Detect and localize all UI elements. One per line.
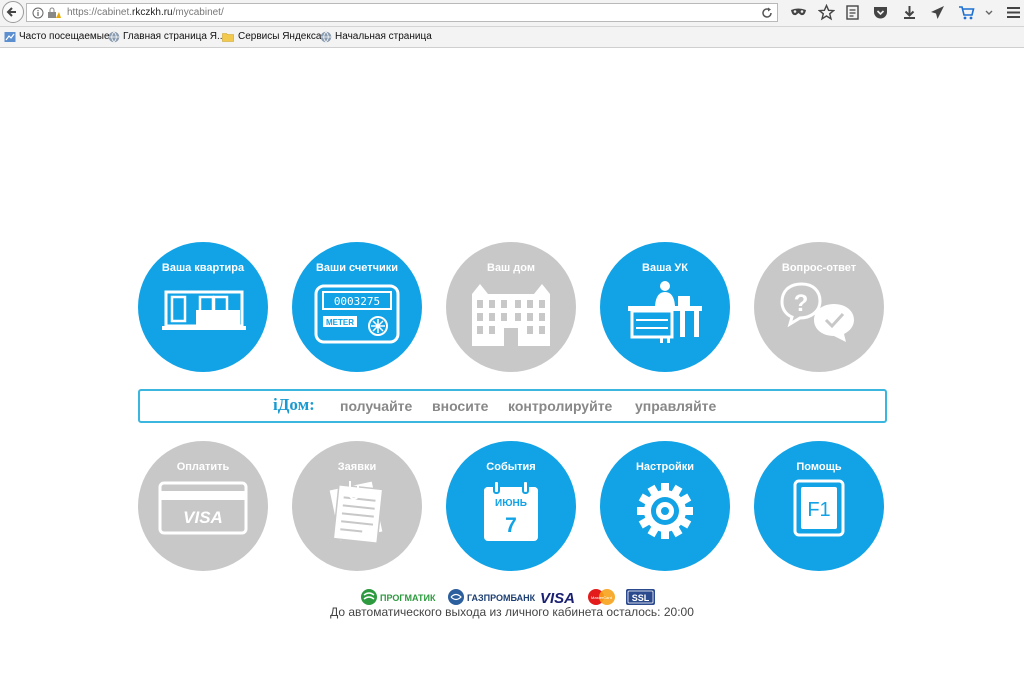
- bookmark-yandex-home[interactable]: Главная страница Я...: [123, 31, 225, 42]
- tile-label: Помощь: [796, 461, 842, 473]
- ssl-text: SSL: [632, 593, 650, 603]
- tile-help[interactable]: Помощь F1: [754, 441, 884, 571]
- calendar-day: 7: [505, 514, 517, 537]
- slogan-word: управляйте: [635, 398, 717, 414]
- meter-digits: 0003275: [334, 295, 380, 308]
- tile-events[interactable]: События ИЮНЬ 7: [446, 441, 576, 571]
- download-icon[interactable]: [901, 4, 918, 21]
- card-visa-icon: VISA: [158, 481, 248, 535]
- tile-label: Ваша квартира: [161, 262, 245, 274]
- meter-brand: METER: [326, 318, 354, 327]
- f1-key-text: F1: [807, 499, 830, 521]
- slogan-banner: iДом: получайте вносите контролируйте уп…: [138, 389, 887, 423]
- meter-icon: 0003275 METER: [314, 284, 400, 344]
- tile-management-company[interactable]: Ваша УК: [600, 242, 730, 372]
- tile-label: Ваши счетчики: [315, 262, 399, 274]
- tile-label: Оплатить: [176, 461, 230, 473]
- globe-icon: [320, 31, 332, 43]
- building-icon: [472, 284, 550, 346]
- tile-house[interactable]: Ваш дом: [446, 242, 576, 372]
- bookmarks-bar: Часто посещаемые Главная страница Я... С…: [0, 27, 1024, 48]
- question-answer-icon: ?: [780, 282, 854, 342]
- slogan-word: получайте: [340, 398, 413, 414]
- apartment-window-icon: [162, 290, 246, 330]
- tile-settings[interactable]: Настройки: [600, 441, 730, 571]
- tile-label: Ваш дом: [487, 262, 535, 274]
- progmatic-logo: ПРОГМАТИК: [361, 589, 436, 605]
- url-text[interactable]: https://cabinet.rkczkh.ru/mycabinet/: [67, 7, 224, 18]
- bookmark-star-icon[interactable]: [818, 4, 835, 21]
- info-icon[interactable]: [32, 7, 44, 19]
- tile-label: Вопрос-ответ: [781, 262, 857, 274]
- gear-icon: [637, 483, 693, 539]
- cart-icon[interactable]: [958, 4, 975, 21]
- office-desk-icon: [628, 281, 702, 343]
- brand-idom: iДом:: [273, 395, 315, 414]
- session-timeout-text: До автоматического выхода из личного каб…: [330, 605, 694, 619]
- browser-toolbar: https://cabinet.rkczkh.ru/mycabinet/: [0, 0, 1024, 27]
- bookmark-yandex-services[interactable]: Сервисы Яндекса: [238, 31, 321, 42]
- back-button[interactable]: [2, 1, 24, 23]
- address-bar[interactable]: https://cabinet.rkczkh.ru/mycabinet/: [26, 3, 778, 22]
- progmatic-text: ПРОГМАТИК: [380, 593, 436, 603]
- tile-pay[interactable]: Оплатить VISA: [138, 441, 268, 571]
- ssl-badge: SSL: [626, 589, 655, 605]
- menu-icon[interactable]: [1005, 4, 1022, 21]
- globe-icon: [108, 31, 120, 43]
- tile-requests[interactable]: Заявки: [292, 441, 422, 571]
- reload-icon[interactable]: [761, 7, 773, 19]
- slogan-word: вносите: [432, 398, 489, 414]
- tile-meters[interactable]: Ваши счетчики 0003275 METER: [292, 242, 422, 372]
- calendar-month: ИЮНЬ: [495, 498, 527, 509]
- gazprombank-text: ГАЗПРОМБАНК: [467, 593, 536, 603]
- chevron-down-icon[interactable]: [983, 4, 995, 21]
- gazprombank-logo: ГАЗПРОМБАНК: [448, 589, 536, 605]
- partner-logos: ПРОГМАТИК ГАЗПРОМБАНК VISA MasterCard SS…: [360, 587, 660, 607]
- bookmark-start-page[interactable]: Начальная страница: [335, 31, 432, 42]
- mastercard-text: MasterCard: [591, 595, 612, 600]
- tile-faq[interactable]: Вопрос-ответ ?: [754, 242, 884, 372]
- slogan-word: контролируйте: [508, 398, 613, 414]
- back-arrow-icon: [6, 7, 16, 17]
- send-icon[interactable]: [929, 4, 946, 21]
- mask-icon[interactable]: [790, 4, 807, 21]
- tile-label: Ваша УК: [642, 262, 688, 274]
- folder-icon: [222, 33, 234, 42]
- tile-label: Заявки: [337, 461, 377, 473]
- bookmark-most-visited[interactable]: Часто посещаемые: [19, 31, 110, 42]
- tile-label: События: [486, 461, 536, 473]
- reading-list-icon[interactable]: [844, 4, 861, 21]
- mastercard-logo: MasterCard: [588, 589, 615, 605]
- tile-label: Настройки: [635, 461, 695, 473]
- most-visited-icon: [4, 32, 16, 42]
- card-visa-text: VISA: [183, 508, 223, 527]
- svg-text:?: ?: [794, 290, 809, 317]
- insecure-lock-icon[interactable]: [47, 7, 61, 19]
- tile-apartment[interactable]: Ваша квартира: [138, 242, 268, 372]
- calendar-icon: ИЮНЬ 7: [484, 480, 538, 541]
- documents-icon: [328, 480, 384, 544]
- pocket-icon[interactable]: [872, 4, 889, 21]
- f1-key-icon: F1: [793, 479, 845, 537]
